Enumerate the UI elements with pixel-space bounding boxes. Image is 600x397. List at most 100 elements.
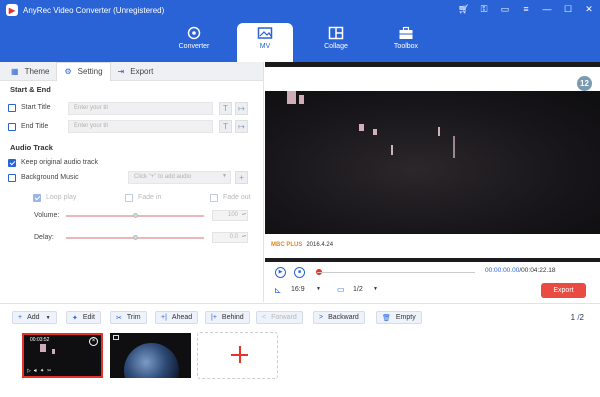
player-controls: ▶ ■ 00:00:00.00/00:04:22.18 ⊾ 16:9 ▼ ▭ 1… [265, 263, 600, 302]
ahead-button[interactable]: +| Ahead [155, 311, 199, 324]
tab-label: Toolbox [393, 43, 419, 50]
scene-window [438, 127, 440, 136]
edit-label: Edit [82, 314, 95, 321]
background-music-checkbox[interactable] [8, 173, 16, 182]
scene-window [40, 344, 46, 352]
end-title-input[interactable]: Enter your tit [68, 120, 213, 133]
key-icon[interactable]: ⚿ [479, 4, 489, 15]
end-title-edit-button[interactable]: ↦ [235, 120, 248, 133]
scene-window [299, 95, 304, 104]
trim-label: Trim [126, 314, 141, 321]
fade-in-label: Fade in [138, 194, 162, 201]
loop-play-label: Loop play [46, 194, 77, 201]
maximize-icon[interactable]: ☐ [563, 4, 573, 15]
fade-out-row: Fade out [210, 193, 251, 202]
tab-theme[interactable]: ▦ Theme [4, 62, 56, 81]
add-clip-button[interactable] [197, 332, 278, 379]
aspect-icon: ⊾ [274, 285, 282, 295]
tab-label: MV [259, 43, 271, 50]
edit-button[interactable]: ✦ Edit [66, 311, 101, 324]
close-icon[interactable]: × [89, 337, 98, 346]
scene-window [287, 91, 296, 104]
aspect-select[interactable]: 16:9 [291, 286, 305, 293]
forward-button[interactable]: < Forward [256, 311, 303, 324]
earth-image [124, 343, 179, 378]
empty-button[interactable]: 🗑︎ Empty [376, 311, 422, 324]
video-player[interactable]: 12 MBC PLUS 2016.4.24 [265, 62, 600, 262]
title-bar: ▶ AnyRec Video Converter (Unregistered) … [0, 0, 600, 20]
tab-export[interactable]: ⇥ Export [111, 62, 161, 81]
delay-label: Delay: [34, 234, 54, 241]
fade-in-checkbox[interactable] [125, 193, 133, 202]
timeline: 00:03:52 × ▷🔊︎✦✂ [0, 330, 600, 397]
behind-button[interactable]: |+ Behind [205, 311, 250, 324]
time-current: 00:00:00.00 [485, 267, 520, 274]
time-total: 00:04:22.18 [521, 267, 556, 274]
loop-play-row: Loop play [33, 193, 77, 202]
forward-icon: < [262, 314, 267, 321]
keep-original-row: Keep original audio track [8, 158, 99, 167]
chevron-down-icon[interactable]: ▼ [373, 286, 378, 292]
backward-label: Backward [328, 314, 359, 321]
background-music-label: Background Music [21, 174, 79, 181]
start-title-font-button[interactable]: T [219, 102, 232, 115]
volume-knob[interactable] [133, 213, 138, 218]
behind-label: Behind [221, 314, 244, 321]
preview-panel: 12 MBC PLUS 2016.4.24 ▶ ■ 00:00:00.00/00:… [265, 62, 600, 302]
tab-export-label: Export [130, 66, 154, 76]
chevron-down-icon[interactable]: ▼ [316, 286, 321, 292]
backward-button[interactable]: > Backward [313, 311, 365, 324]
add-audio-button[interactable]: + [235, 171, 248, 184]
page-select[interactable]: 1/2 [353, 286, 363, 293]
delay-knob[interactable] [133, 235, 138, 240]
progress-bar[interactable] [317, 272, 475, 273]
start-title-checkbox[interactable] [8, 103, 16, 112]
minimize-icon[interactable]: — [542, 4, 552, 15]
clip-thumbnail[interactable]: 00:03:52 × ▷🔊︎✦✂ [22, 333, 103, 378]
tab-collage[interactable]: Collage [308, 23, 364, 62]
ahead-icon: +| [161, 314, 167, 321]
app-title: AnyRec Video Converter (Unregistered) [23, 5, 165, 15]
tab-setting[interactable]: ⚙ Setting [56, 61, 111, 81]
fade-out-checkbox[interactable] [210, 193, 218, 202]
cart-icon[interactable]: 🛒︎ [458, 4, 469, 15]
fade-out-label: Fade out [223, 194, 251, 201]
play-button[interactable]: ▶ [275, 267, 286, 278]
volume-spinner[interactable]: 100 [212, 210, 248, 221]
start-end-heading: Start & End [10, 85, 51, 94]
time-display: 00:00:00.00/00:04:22.18 [485, 267, 556, 274]
tab-label: Converter [178, 43, 210, 50]
audio-select[interactable]: Click "+" to add audio [128, 171, 231, 184]
trim-button[interactable]: ✂ Trim [110, 311, 147, 324]
clip-action-icons[interactable]: ▷🔊︎✦✂ [27, 368, 54, 374]
end-title-label: End Title [21, 123, 49, 130]
start-title-edit-button[interactable]: ↦ [235, 102, 248, 115]
close-icon[interactable]: ✕ [584, 4, 594, 15]
add-button[interactable]: + Add ▼ [12, 311, 57, 324]
caption-date: 2016.4.24 [306, 242, 334, 248]
stop-button[interactable]: ■ [294, 267, 305, 278]
keep-original-label: Keep original audio track [21, 159, 99, 166]
tab-mv[interactable]: MV [237, 23, 293, 62]
caption-brand: MBC PLUS [271, 242, 303, 248]
feedback-icon[interactable]: ▭ [500, 4, 510, 15]
loop-play-checkbox[interactable] [33, 193, 41, 202]
tab-toolbox[interactable]: Toolbox [378, 23, 434, 62]
scene-window [359, 124, 364, 131]
end-title-font-button[interactable]: T [219, 120, 232, 133]
end-title-checkbox[interactable] [8, 122, 16, 131]
export-button[interactable]: Export [541, 283, 586, 298]
tab-converter[interactable]: Converter [166, 23, 222, 62]
forward-label: Forward [271, 314, 297, 321]
clip-thumbnail[interactable] [110, 333, 191, 378]
menu-icon[interactable]: ≡ [521, 4, 531, 15]
chevron-down-icon: ▼ [222, 173, 227, 179]
plus-icon [231, 346, 248, 363]
collage-icon [328, 26, 344, 40]
start-title-input[interactable]: Enter your tit [68, 102, 213, 115]
scissors-icon: ✂ [116, 314, 122, 322]
delay-spinner[interactable]: 0.0 [212, 232, 248, 243]
clip-pager: 1 /2 [570, 313, 584, 322]
keep-original-checkbox[interactable] [8, 158, 16, 167]
clip-toolbar: + Add ▼ ✦ Edit ✂ Trim +| Ahead |+ Behind < Forw… [0, 303, 600, 330]
